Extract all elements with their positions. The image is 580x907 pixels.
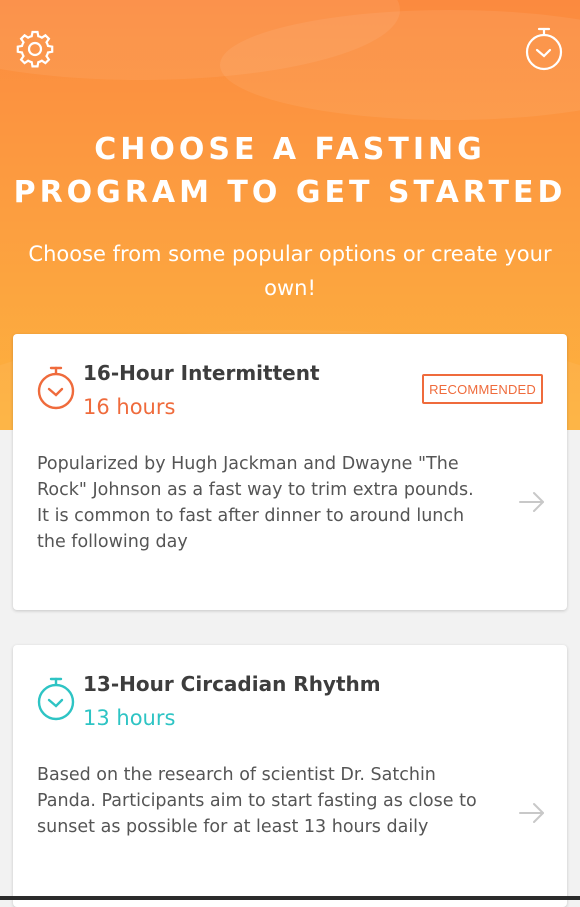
gear-icon [16, 30, 54, 68]
system-nav-bar [0, 896, 580, 900]
page-subtitle: Choose from some popular options or crea… [28, 242, 552, 300]
program-description: Based on the research of scientist Dr. S… [37, 765, 477, 837]
chevron-right-icon[interactable] [517, 798, 547, 828]
title-line-2: PROGRAM TO GET STARTED [13, 175, 567, 210]
program-card-13-hour[interactable]: 13-Hour Circadian Rhythm 13 hours Based … [13, 645, 567, 907]
title-line-1: CHOOSE A FASTING [94, 132, 486, 167]
program-duration: 13 hours [83, 706, 176, 730]
program-description: Popularized by Hugh Jackman and Dwayne "… [37, 454, 474, 552]
program-name: 13-Hour Circadian Rhythm [83, 672, 381, 696]
program-duration: 16 hours [83, 395, 176, 419]
chevron-right-icon[interactable] [517, 487, 547, 517]
recommended-badge: RECOMMENDED [422, 374, 543, 404]
stopwatch-icon [525, 27, 563, 71]
settings-button[interactable] [13, 27, 57, 71]
page-title: CHOOSE A FASTING PROGRAM TO GET STARTED [0, 128, 580, 214]
timer-button[interactable] [522, 27, 566, 71]
stopwatch-icon [37, 366, 75, 410]
program-card-16-hour[interactable]: 16-Hour Intermittent 16 hours RECOMMENDE… [13, 334, 567, 610]
program-name: 16-Hour Intermittent [83, 361, 320, 385]
stopwatch-icon [37, 677, 75, 721]
